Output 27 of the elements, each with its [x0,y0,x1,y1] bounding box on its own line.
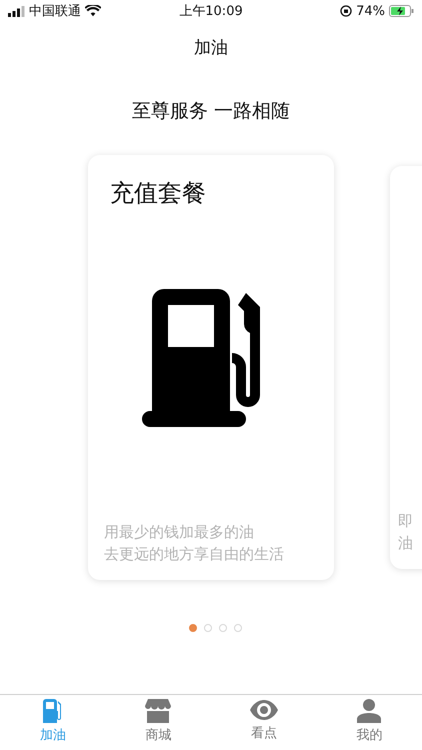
battery-percent: 74% [356,4,385,18]
page-indicator-dot[interactable] [234,624,242,632]
fuel-pump-icon [42,699,64,723]
card-description: 即 [398,512,413,530]
orientation-lock-icon [340,5,352,17]
battery-charging-icon [389,5,414,17]
card-description: 油 [398,534,413,552]
tab-bar-item[interactable]: 我的 [316,695,422,750]
card-title: 充值套餐 [110,178,206,208]
tab-bar-item[interactable]: 加油 [0,695,106,750]
signal-icon [8,6,25,16]
carrier-name: 中国联通 [29,3,81,20]
page-indicator-dot[interactable] [204,624,212,632]
package-card[interactable]: 充值套餐 用最少的钱加最多的油 去更远的地方享自由的生活 [88,154,334,580]
page-indicator-dot[interactable] [188,624,196,632]
page-title: 加油 [194,36,228,58]
card-description: 用最少的钱加最多的油 [104,522,254,542]
tab-bar-item[interactable]: 看点 [211,695,316,750]
page-indicator-dot[interactable] [218,624,226,632]
eye-icon [250,699,278,721]
wifi-icon [85,5,101,17]
tab-bar-item[interactable]: 商城 [106,695,211,750]
status-time: 上午10:09 [179,3,243,20]
slogan-text: 至尊服务 一路相随 [132,99,290,124]
card-description: 去更远的地方享自由的生活 [104,544,284,564]
person-icon [357,699,382,723]
storefront-icon [145,699,172,723]
